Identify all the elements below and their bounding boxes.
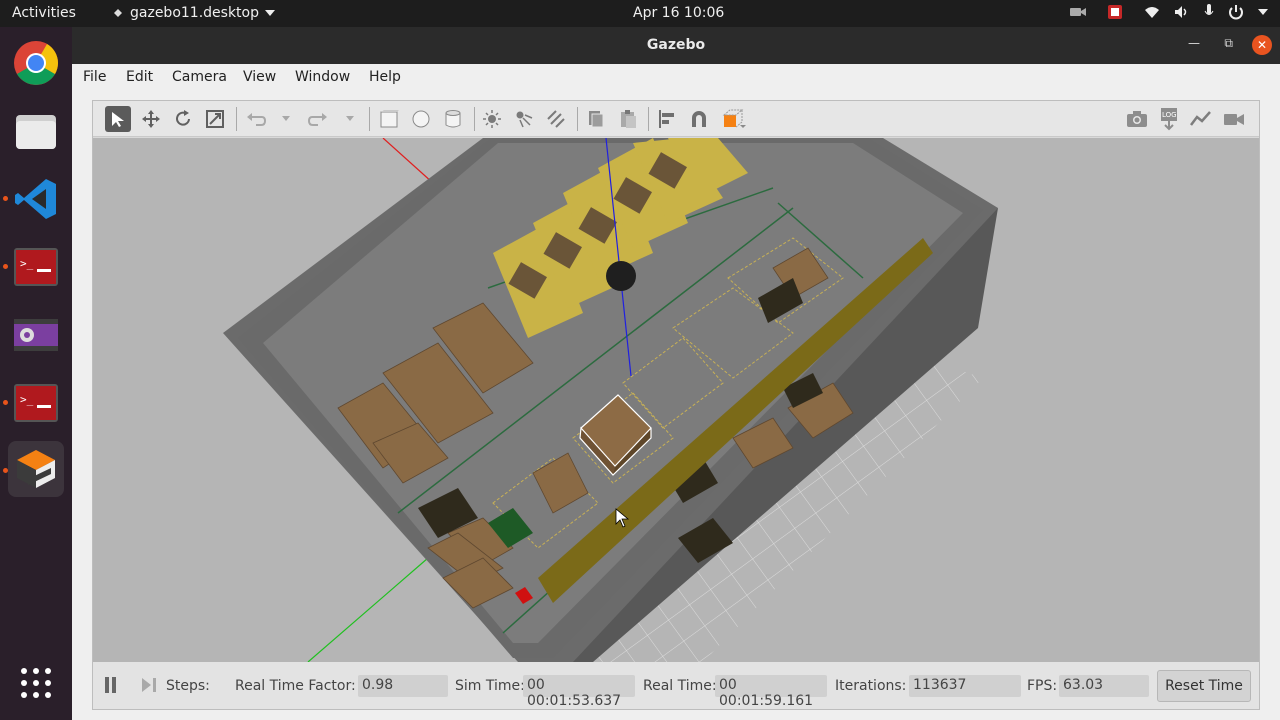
steps-label: Steps: — [166, 678, 210, 694]
volume-icon — [1175, 6, 1187, 18]
cylinder-shape-icon[interactable] — [440, 106, 466, 132]
minimize-icon[interactable]: — — [1188, 36, 1200, 50]
rtf-label: Real Time Factor: — [235, 678, 356, 694]
scale-mode-icon[interactable] — [202, 106, 228, 132]
maximize-icon[interactable]: ⧉ — [1224, 36, 1233, 51]
terminal-icon[interactable]: >_ — [8, 239, 64, 295]
menu-bar: File Edit Camera View Window Help — [72, 64, 1280, 90]
paste-icon[interactable] — [615, 106, 641, 132]
rtf-value: 0.98 — [358, 675, 448, 697]
ceiling-lamp — [606, 261, 636, 291]
gazebo-render-frame: LOG Steps: Real Time Factor: 0.98 Sim Ti… — [92, 100, 1260, 710]
camera-indicator-icon — [1070, 8, 1086, 16]
reset-time-button[interactable]: Reset Time — [1157, 670, 1251, 702]
warehouse-scene[interactable] — [93, 138, 1259, 662]
menu-camera[interactable]: Camera — [172, 69, 227, 85]
clock[interactable]: Apr 16 10:06 — [633, 5, 724, 21]
undo-dropdown-icon[interactable] — [273, 106, 299, 132]
chevron-down-icon — [265, 10, 275, 16]
scene-viewport[interactable] — [93, 138, 1259, 662]
show-applications-icon[interactable] — [8, 655, 64, 711]
menu-file[interactable]: File — [83, 69, 106, 85]
svg-text:LOG: LOG — [1162, 111, 1177, 119]
menu-help[interactable]: Help — [369, 69, 401, 85]
files-icon[interactable] — [8, 103, 64, 159]
real-time-value: 00 00:01:59.161 — [715, 675, 827, 709]
real-time-label: Real Time: — [643, 678, 717, 694]
view-angle-icon[interactable] — [722, 106, 748, 132]
pause-icon[interactable] — [104, 676, 118, 694]
video-record-icon[interactable] — [1221, 106, 1247, 132]
top-bar: Activities gazebo11.desktop Apr 16 10:06 — [0, 0, 1280, 27]
gazebo-icon[interactable] — [8, 441, 64, 497]
chevron-down-icon — [1258, 9, 1268, 15]
log-icon[interactable]: LOG — [1156, 106, 1182, 132]
redo-dropdown-icon[interactable] — [337, 106, 363, 132]
recording-icon — [1108, 5, 1122, 19]
undo-icon[interactable] — [243, 106, 269, 132]
snap-icon[interactable] — [686, 106, 712, 132]
redo-icon[interactable] — [305, 106, 331, 132]
close-icon[interactable]: ✕ — [1252, 35, 1272, 55]
window-titlebar[interactable]: Gazebo — ⧉ ✕ — [72, 27, 1280, 64]
menu-window[interactable]: Window — [295, 69, 350, 85]
dock: >_ >_ — [0, 27, 72, 720]
directional-light-icon[interactable] — [543, 106, 569, 132]
fps-value: 63.03 — [1059, 675, 1149, 697]
rotate-mode-icon[interactable] — [170, 106, 196, 132]
svg-text:>_: >_ — [20, 257, 34, 270]
sphere-shape-icon[interactable] — [408, 106, 434, 132]
box-shape-icon[interactable] — [376, 106, 402, 132]
step-icon[interactable] — [141, 677, 157, 693]
plot-icon[interactable] — [1188, 106, 1214, 132]
menu-edit[interactable]: Edit — [126, 69, 153, 85]
sim-time-value: 00 00:01:53.637 — [523, 675, 635, 709]
translate-mode-icon[interactable] — [138, 106, 164, 132]
svg-text:>_: >_ — [20, 393, 34, 406]
terminal-icon[interactable]: >_ — [8, 375, 64, 431]
app-menu[interactable]: gazebo11.desktop — [112, 5, 275, 21]
iterations-label: Iterations: — [835, 678, 907, 694]
gazebo-window: Gazebo — ⧉ ✕ File Edit Camera View Windo… — [72, 27, 1280, 720]
microphone-icon — [1204, 4, 1214, 15]
sim-time-label: Sim Time: — [455, 678, 525, 694]
fps-label: FPS: — [1027, 678, 1058, 694]
menu-view[interactable]: View — [243, 69, 276, 85]
status-bar: Steps: Real Time Factor: 0.98 Sim Time: … — [93, 662, 1259, 709]
copy-icon[interactable] — [583, 106, 609, 132]
screenshot-icon[interactable] — [1124, 106, 1150, 132]
wifi-icon — [1145, 7, 1159, 18]
select-mode-icon[interactable] — [105, 106, 131, 132]
spot-light-icon[interactable] — [511, 106, 537, 132]
vscode-icon[interactable] — [8, 171, 64, 227]
window-title: Gazebo — [646, 37, 706, 53]
activities-button[interactable]: Activities — [12, 5, 76, 21]
chrome-icon[interactable] — [8, 35, 64, 91]
toolbar: LOG — [93, 101, 1259, 137]
point-light-icon[interactable] — [479, 106, 505, 132]
webcam-icon[interactable] — [8, 307, 64, 363]
gazebo-small-icon — [114, 9, 122, 17]
app-menu-label: gazebo11.desktop — [130, 5, 259, 21]
align-icon[interactable] — [654, 106, 680, 132]
iterations-value: 113637 — [909, 675, 1021, 697]
system-tray[interactable] — [1070, 4, 1268, 20]
power-icon — [1229, 5, 1243, 20]
